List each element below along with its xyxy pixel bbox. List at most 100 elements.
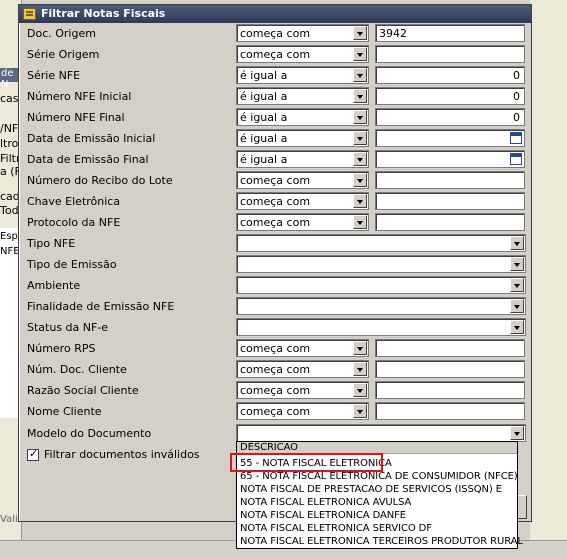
operator-select[interactable]: começa com — [236, 402, 369, 420]
background-right-strip — [530, 0, 567, 559]
operator-select[interactable]: começa com — [236, 171, 369, 189]
filter-row-data-emissao-inicial: Data de Emissão Inicial é igual a — [19, 128, 533, 149]
operator-select[interactable]: começa com — [236, 360, 369, 378]
chevron-down-icon[interactable] — [353, 152, 367, 166]
chevron-down-icon[interactable] — [353, 47, 367, 61]
filter-label: Série NFE — [27, 69, 81, 82]
operator-select[interactable]: é igual a — [236, 129, 369, 147]
filter-label: Número NFE Inicial — [27, 90, 132, 103]
value-input[interactable] — [375, 171, 525, 189]
highlight-annotation — [230, 453, 383, 472]
filter-row-num-doc-cliente: Núm. Doc. Cliente começa com — [19, 359, 533, 380]
filtrar-invalidos-checkbox[interactable] — [27, 447, 39, 461]
filter-row-serie-origem: Série Origem começa com — [19, 44, 533, 65]
filter-label: Protocolo da NFE — [27, 216, 121, 229]
chevron-down-icon[interactable] — [353, 110, 367, 124]
chevron-down-icon[interactable] — [353, 194, 367, 208]
operator-select[interactable]: começa com — [236, 213, 369, 231]
value-input[interactable] — [375, 192, 525, 210]
value-input[interactable] — [375, 381, 525, 399]
operator-select[interactable]: começa com — [236, 24, 369, 42]
dropdown-option[interactable]: NOTA FISCAL ELETRONICA SERVICO DF — [237, 523, 517, 535]
calendar-icon[interactable] — [510, 132, 522, 144]
chevron-down-icon[interactable] — [510, 257, 524, 271]
value-select[interactable] — [236, 318, 526, 336]
chevron-down-icon[interactable] — [510, 426, 524, 440]
filter-row-numero-rps: Número RPS começa com — [19, 338, 533, 359]
bg-fragment: /NF — [0, 122, 19, 135]
value-select[interactable] — [236, 276, 526, 294]
date-input[interactable] — [375, 129, 525, 147]
filter-row-data-emissao-final: Data de Emissão Final é igual a — [19, 149, 533, 170]
filter-label: Data de Emissão Inicial — [27, 132, 156, 145]
operator-select[interactable]: é igual a — [236, 108, 369, 126]
chevron-down-icon[interactable] — [510, 236, 524, 250]
operator-select[interactable]: é igual a — [236, 150, 369, 168]
operator-select[interactable]: começa com — [236, 381, 369, 399]
chevron-down-icon[interactable] — [353, 131, 367, 145]
value-input[interactable] — [375, 360, 525, 378]
checkbox-label: Filtrar documentos inválidos — [44, 448, 200, 461]
value-input[interactable] — [375, 402, 525, 420]
value-input[interactable] — [375, 213, 525, 231]
chevron-down-icon[interactable] — [353, 26, 367, 40]
filter-row-recibo-lote: Número do Recibo do Lote começa com — [19, 170, 533, 191]
operator-select[interactable]: começa com — [236, 45, 369, 63]
bg-fragment: Vali — [0, 514, 18, 525]
dropdown-option[interactable]: 65 - NOTA FISCAL ELETRONICA DE CONSUMIDO… — [237, 471, 518, 483]
value-input[interactable]: 0 — [375, 87, 525, 105]
filter-label: Finalidade de Emissão NFE — [27, 300, 175, 313]
operator-select[interactable]: é igual a — [236, 87, 369, 105]
date-input[interactable] — [375, 150, 525, 168]
chevron-down-icon[interactable] — [353, 68, 367, 82]
bg-fragment: Tod — [0, 204, 19, 217]
filter-row-status-nfe: Status da NF-e — [19, 317, 533, 338]
operator-select[interactable]: é igual a — [236, 66, 369, 84]
dropdown-option[interactable]: NOTA FISCAL ELETRONICA AVULSA — [237, 497, 517, 509]
filter-label: Status da NF-e — [27, 321, 109, 334]
filter-row-numero-nfe-inicial: Número NFE Inicial é igual a 0 — [19, 86, 533, 107]
filter-label: Doc. Origem — [27, 27, 96, 40]
filter-row-protocolo-nfe: Protocolo da NFE começa com — [19, 212, 533, 233]
chevron-down-icon[interactable] — [510, 278, 524, 292]
chevron-down-icon[interactable] — [353, 362, 367, 376]
chevron-down-icon[interactable] — [353, 404, 367, 418]
filter-label: Nome Cliente — [27, 405, 102, 418]
filter-row-ambiente: Ambiente — [19, 275, 533, 296]
operator-select[interactable]: começa com — [236, 339, 369, 357]
filter-row-chave-eletronica: Chave Eletrônica começa com — [19, 191, 533, 212]
filter-label: Série Origem — [27, 48, 100, 61]
modelo-documento-select[interactable] — [236, 424, 526, 442]
dropdown-option[interactable]: NOTA FISCAL ELETRONICA DANFE — [237, 510, 517, 522]
bg-fragment: cas — [0, 92, 19, 105]
filter-row-serie-nfe: Série NFE é igual a 0 — [19, 65, 533, 86]
chevron-down-icon[interactable] — [353, 341, 367, 355]
app-icon — [23, 8, 36, 20]
calendar-icon[interactable] — [510, 153, 522, 165]
value-input[interactable]: 0 — [375, 66, 525, 84]
value-input[interactable] — [375, 339, 525, 357]
value-input[interactable]: 0 — [375, 108, 525, 126]
dialog-title: Filtrar Notas Fiscais — [41, 7, 166, 20]
value-select[interactable] — [236, 255, 526, 273]
chevron-down-icon[interactable] — [510, 299, 524, 313]
filter-label: Modelo do Documento — [27, 427, 152, 440]
value-input[interactable]: 3942 — [375, 24, 525, 42]
value-select[interactable] — [236, 234, 526, 252]
filter-label: Tipo NFE — [27, 237, 76, 250]
bg-fragment: cad — [0, 190, 20, 203]
dialog-titlebar[interactable]: Filtrar Notas Fiscais — [19, 5, 531, 23]
filter-row-numero-nfe-final: Número NFE Final é igual a 0 — [19, 107, 533, 128]
chevron-down-icon[interactable] — [353, 215, 367, 229]
value-input[interactable] — [375, 45, 525, 63]
dropdown-option[interactable]: NOTA FISCAL DE PRESTACAO DE SERVICOS (IS… — [237, 484, 517, 496]
chevron-down-icon[interactable] — [353, 383, 367, 397]
chevron-down-icon[interactable] — [353, 89, 367, 103]
dropdown-option[interactable]: NOTA FISCAL ELETRONICA TERCEIROS PRODUTO… — [237, 536, 523, 548]
value-select[interactable] — [236, 297, 526, 315]
filter-label: Data de Emissão Final — [27, 153, 149, 166]
chevron-down-icon[interactable] — [510, 320, 524, 334]
filter-label: Número RPS — [27, 342, 96, 355]
operator-select[interactable]: começa com — [236, 192, 369, 210]
chevron-down-icon[interactable] — [353, 173, 367, 187]
